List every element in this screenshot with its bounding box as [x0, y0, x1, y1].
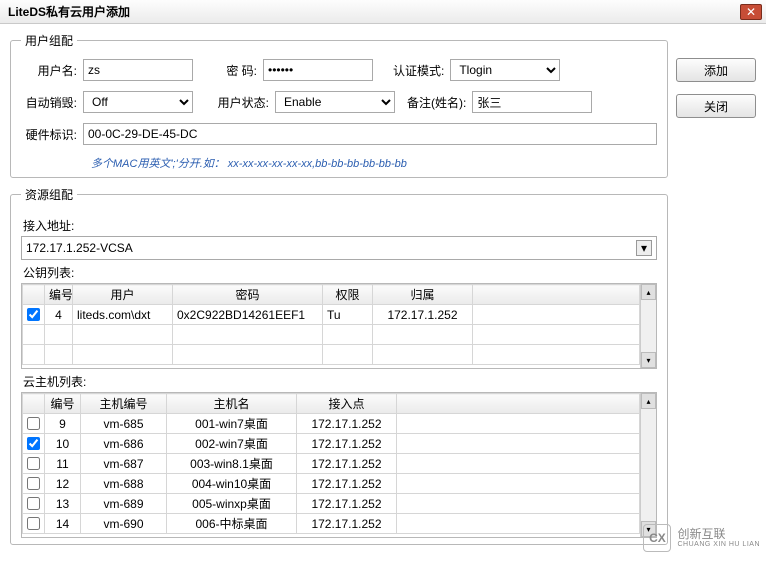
col-hostname[interactable]: 主机名 [167, 394, 297, 414]
row-checkbox[interactable] [27, 437, 40, 450]
add-button[interactable]: 添加 [676, 58, 756, 82]
table-row[interactable]: 9 vm-685 001-win7桌面 172.17.1.252 [23, 414, 640, 434]
user-group-fieldset: 用户组配 用户名: 密 码: 认证模式: Tlogin 自动销毁: Off 用户… [10, 32, 668, 178]
access-address-label: 接入地址: [23, 217, 657, 234]
row-checkbox[interactable] [27, 417, 40, 430]
access-address-value: 172.17.1.252-VCSA [26, 241, 133, 255]
row-checkbox[interactable] [27, 497, 40, 510]
autodestroy-select[interactable]: Off [83, 91, 193, 113]
window-title: LiteDS私有云用户添加 [8, 3, 740, 20]
password-label: 密 码: [217, 62, 257, 79]
row-checkbox[interactable] [27, 457, 40, 470]
row-checkbox[interactable] [27, 308, 40, 321]
row-checkbox[interactable] [27, 517, 40, 530]
table-row[interactable]: 14 vm-690 006-中标桌面 172.17.1.252 [23, 514, 640, 534]
col-hostno[interactable]: 主机编号 [81, 394, 167, 414]
resource-group-fieldset: 资源组配 接入地址: 172.17.1.252-VCSA ▾ 公钥列表: 编号 … [10, 186, 668, 545]
scroll-up-icon[interactable]: ▴ [641, 393, 656, 409]
table-row[interactable]: 4 liteds.com\dxt 0x2C922BD14261EEF1 Tu 1… [23, 305, 640, 325]
vm-header-row: 编号 主机编号 主机名 接入点 [23, 394, 640, 414]
scroll-up-icon[interactable]: ▴ [641, 284, 656, 300]
userstatus-label: 用户状态: [217, 94, 269, 111]
table-row [23, 345, 640, 365]
scrollbar[interactable]: ▴ ▾ [640, 284, 656, 368]
scrollbar[interactable]: ▴ ▾ [640, 393, 656, 537]
hwid-hint: 多个MAC用英文';'分开.如： xx-xx-xx-xx-xx-xx,bb-bb… [21, 155, 657, 171]
resource-group-legend: 资源组配 [21, 186, 77, 203]
remark-label: 备注(姓名): [407, 94, 466, 111]
chevron-down-icon: ▾ [636, 240, 652, 256]
table-row[interactable]: 11 vm-687 003-win8.1桌面 172.17.1.252 [23, 454, 640, 474]
col-pwd[interactable]: 密码 [173, 285, 323, 305]
close-icon: ✕ [746, 5, 756, 19]
watermark: CX 创新互联 CHUANG XIN HU LIAN [643, 524, 760, 552]
pubkey-list-label: 公钥列表: [23, 264, 657, 281]
autodestroy-label: 自动销毁: [21, 94, 77, 111]
userstatus-select[interactable]: Enable [275, 91, 395, 113]
authmode-label: 认证模式: [393, 62, 444, 79]
col-user[interactable]: 用户 [73, 285, 173, 305]
watermark-en: CHUANG XIN HU LIAN [677, 541, 760, 549]
table-row[interactable]: 10 vm-686 002-win7桌面 172.17.1.252 [23, 434, 640, 454]
table-row[interactable]: 12 vm-688 004-win10桌面 172.17.1.252 [23, 474, 640, 494]
row-checkbox[interactable] [27, 477, 40, 490]
col-perm[interactable]: 权限 [323, 285, 373, 305]
username-label: 用户名: [21, 62, 77, 79]
table-row[interactable]: 13 vm-689 005-winxp桌面 172.17.1.252 [23, 494, 640, 514]
title-bar: LiteDS私有云用户添加 ✕ [0, 0, 766, 24]
col-no[interactable]: 编号 [45, 394, 81, 414]
authmode-select[interactable]: Tlogin [450, 59, 560, 81]
vm-list-label: 云主机列表: [23, 373, 657, 390]
password-input[interactable] [263, 59, 373, 81]
vm-grid: 编号 主机编号 主机名 接入点 9 vm-685 001-win7桌面 172.… [21, 392, 657, 538]
hwid-input[interactable] [83, 123, 657, 145]
user-group-legend: 用户组配 [21, 32, 77, 49]
scroll-down-icon[interactable]: ▾ [641, 352, 656, 368]
hwid-label: 硬件标识: [21, 126, 77, 143]
remark-input[interactable] [472, 91, 592, 113]
close-button[interactable]: 关闭 [676, 94, 756, 118]
col-access[interactable]: 接入点 [297, 394, 397, 414]
table-row [23, 325, 640, 345]
col-belong[interactable]: 归属 [373, 285, 473, 305]
pubkey-grid: 编号 用户 密码 权限 归属 4 liteds.com\dxt 0x2C922B… [21, 283, 657, 369]
window-close-button[interactable]: ✕ [740, 4, 762, 20]
username-input[interactable] [83, 59, 193, 81]
col-no[interactable]: 编号 [45, 285, 73, 305]
watermark-zh: 创新互联 [677, 528, 760, 541]
pubkey-header-row: 编号 用户 密码 权限 归属 [23, 285, 640, 305]
watermark-logo: CX [643, 524, 671, 552]
access-address-combo[interactable]: 172.17.1.252-VCSA ▾ [21, 236, 657, 260]
